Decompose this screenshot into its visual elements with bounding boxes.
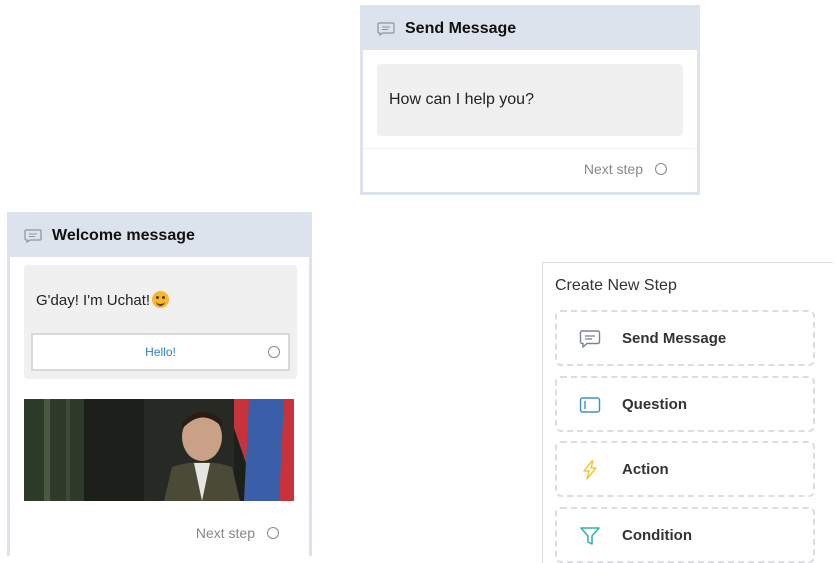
step-option-label: Action <box>622 460 669 478</box>
step-option-label: Condition <box>622 526 692 544</box>
next-step-connector[interactable]: Next step <box>584 161 667 177</box>
welcome-text: G'day! I'm Uchat! <box>36 291 170 309</box>
connector-circle-icon[interactable] <box>655 163 667 175</box>
yum-emoji-icon <box>152 291 170 308</box>
step-option-send-message[interactable]: Send Message <box>555 310 815 366</box>
step-option-question[interactable]: Question <box>555 376 815 432</box>
node-title: Welcome message <box>52 227 195 244</box>
welcome-text-label: G'day! I'm Uchat! <box>36 292 151 309</box>
next-step-label: Next step <box>195 525 255 541</box>
divider <box>363 148 697 149</box>
node-title: Send Message <box>405 20 517 37</box>
step-option-action[interactable]: Action <box>555 441 815 497</box>
hello-button-label: Hello! <box>145 345 176 359</box>
node-header[interactable]: Send Message <box>363 8 697 50</box>
lightning-icon <box>583 460 597 480</box>
message-bubble[interactable]: G'day! I'm Uchat! Hello! <box>24 265 297 379</box>
filter-icon <box>580 527 600 545</box>
step-option-condition[interactable]: Condition <box>555 507 815 563</box>
create-new-step-panel: Create New Step Send Message Question Ac… <box>542 262 833 563</box>
connector-circle-icon[interactable] <box>268 346 280 358</box>
node-header[interactable]: Welcome message <box>10 215 309 257</box>
send-message-node[interactable]: Send Message How can I help you? Next st… <box>360 5 700 195</box>
step-option-label: Send Message <box>622 329 727 347</box>
gif-image-placeholder <box>24 399 294 501</box>
next-step-connector[interactable]: Next step <box>196 525 279 541</box>
question-input-icon <box>579 397 601 413</box>
welcome-message-node[interactable]: Welcome message G'day! I'm Uchat! Hello!… <box>7 212 312 556</box>
message-icon <box>377 22 395 36</box>
panel-title: Create New Step <box>555 277 677 294</box>
message-bubble[interactable]: How can I help you? <box>377 64 683 136</box>
hello-button[interactable]: Hello! <box>31 333 290 371</box>
message-icon <box>24 229 42 243</box>
connector-circle-icon[interactable] <box>267 527 279 539</box>
message-icon <box>579 330 601 349</box>
step-option-label: Question <box>622 395 688 413</box>
next-step-label: Next step <box>583 161 643 177</box>
gif-image <box>24 399 294 501</box>
